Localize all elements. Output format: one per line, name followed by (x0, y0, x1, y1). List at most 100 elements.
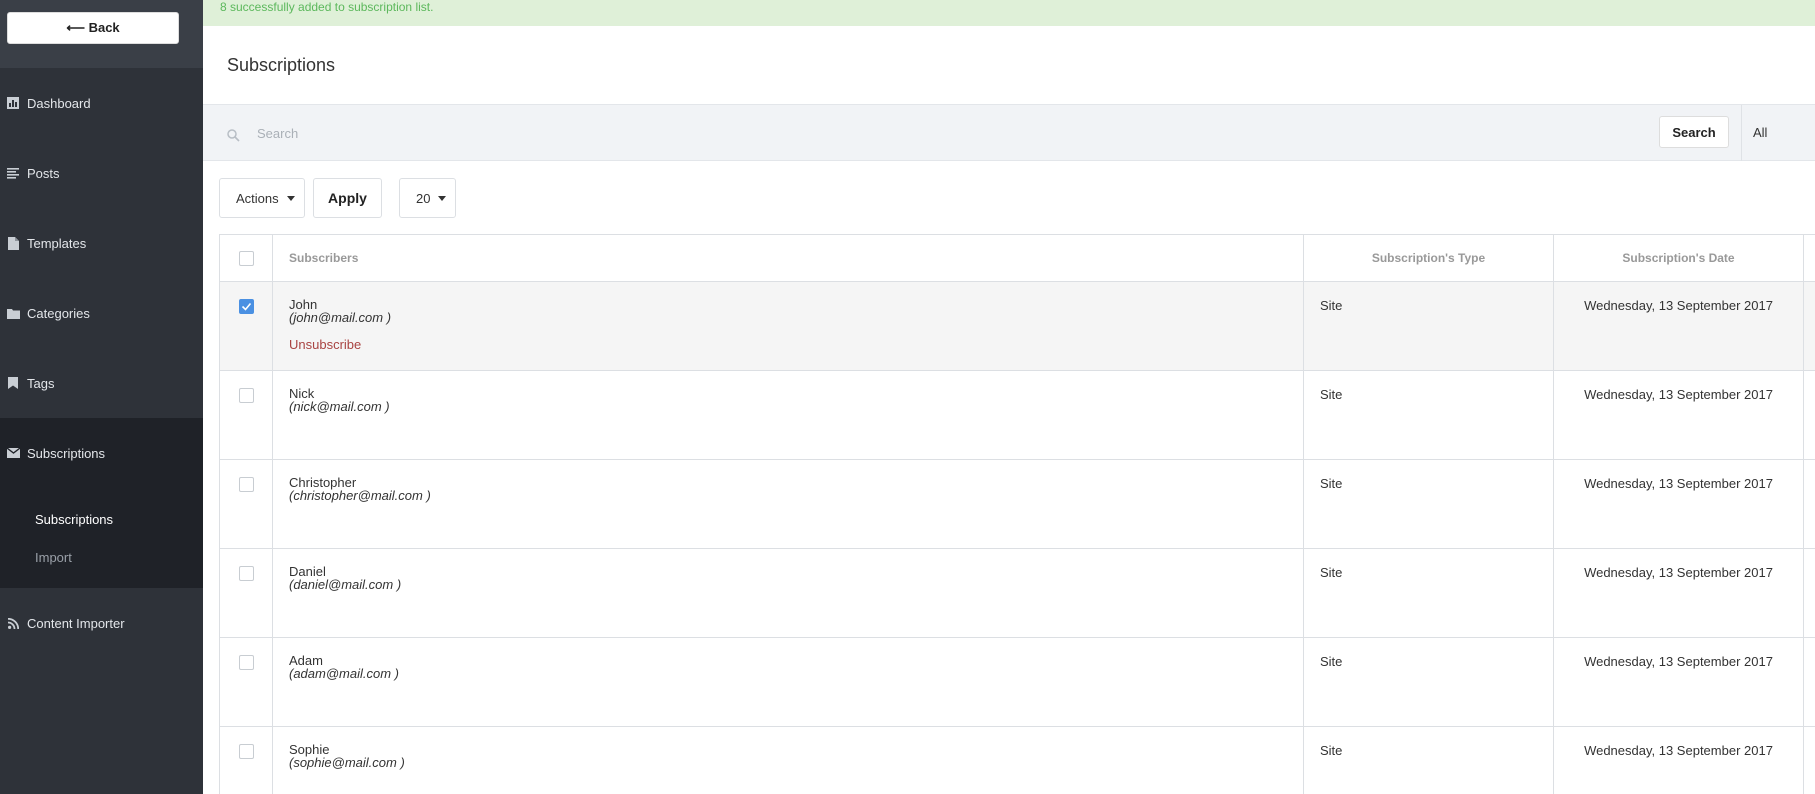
subscription-type: Site (1303, 548, 1554, 638)
subscribers-table: Subscribers Subscription's Type Subscrip… (219, 234, 1815, 794)
folder-icon (6, 306, 20, 320)
sidebar-item-dashboard[interactable]: Dashboard (0, 68, 203, 138)
column-header-date[interactable]: Subscription's Date (1553, 234, 1804, 282)
row-checkbox-cell (219, 726, 273, 794)
extra-cell (1803, 281, 1815, 371)
subscription-date: Wednesday, 13 September 2017 (1553, 548, 1804, 638)
bulk-toolbar: Actions Apply 20 (203, 161, 1815, 235)
sidebar-item-templates[interactable]: Templates (0, 208, 203, 278)
subscription-date: Wednesday, 13 September 2017 (1553, 459, 1804, 549)
apply-button[interactable]: Apply (313, 178, 382, 218)
sidebar-item-categories[interactable]: Categories (0, 278, 203, 348)
row-checkbox-cell (219, 370, 273, 460)
row-checkbox-cell (219, 548, 273, 638)
row-checkbox[interactable] (238, 388, 254, 404)
divider (1741, 105, 1742, 161)
extra-cell (1803, 637, 1815, 727)
sidebar-item-content-importer[interactable]: Content Importer (0, 588, 203, 658)
sidebar-item-label: Dashboard (27, 95, 91, 111)
sidebar: ⟵ Back Dashboard Posts Templates Categor… (0, 0, 203, 794)
table-header-row: Subscribers Subscription's Type Subscrip… (219, 234, 1815, 282)
table-row[interactable]: Christopher (christopher@mail.com ) Site… (219, 459, 1815, 549)
subscription-type: Site (1303, 637, 1554, 727)
sidebar-item-tags[interactable]: Tags (0, 348, 203, 418)
extra-cell (1803, 459, 1815, 549)
row-checkbox[interactable] (238, 744, 254, 760)
extra-cell (1803, 726, 1815, 794)
subscriber-cell: Adam (adam@mail.com ) (272, 637, 1304, 727)
per-page-dropdown[interactable]: 20 (399, 178, 456, 218)
column-header-type[interactable]: Subscription's Type (1303, 234, 1554, 282)
row-checkbox[interactable] (238, 655, 254, 671)
actions-dropdown[interactable]: Actions (219, 178, 305, 218)
page-header: Subscriptions (203, 26, 1815, 105)
subscription-date: Wednesday, 13 September 2017 (1553, 281, 1804, 371)
subscriber-email: (daniel@mail.com ) (289, 577, 402, 592)
sidebar-item-posts[interactable]: Posts (0, 138, 203, 208)
subscriber-name: Sophie (289, 742, 330, 757)
table-row[interactable]: Daniel (daniel@mail.com ) Site Wednesday… (219, 548, 1815, 638)
alert-message: 8 successfully added to subscription lis… (220, 0, 434, 14)
document-icon (6, 236, 20, 250)
sidebar-item-label: Templates (27, 235, 87, 251)
submenu-item-import[interactable]: Import (0, 538, 203, 576)
row-checkbox-cell (219, 637, 273, 727)
subscriber-email: (sophie@mail.com ) (289, 755, 405, 770)
search-input[interactable] (257, 119, 1657, 147)
subscriber-cell: Christopher (christopher@mail.com ) (272, 459, 1304, 549)
chart-icon (6, 96, 20, 110)
subscriber-name: Adam (289, 653, 323, 668)
caret-down-icon (438, 195, 447, 201)
actions-label: Actions (236, 190, 279, 206)
caret-down-icon (286, 195, 295, 201)
subscription-date: Wednesday, 13 September 2017 (1553, 726, 1804, 794)
subscription-type: Site (1303, 726, 1554, 794)
subscriber-email: (adam@mail.com ) (289, 666, 399, 681)
subscriber-email: (nick@mail.com ) (289, 399, 390, 414)
unsubscribe-link[interactable]: Unsubscribe (289, 337, 1287, 352)
subscription-type: Site (1303, 370, 1554, 460)
search-button[interactable]: Search (1659, 116, 1729, 148)
back-wrapper: ⟵ Back (0, 0, 203, 68)
filter-all-dropdown[interactable]: All (1753, 125, 1767, 140)
row-checkbox-cell (219, 459, 273, 549)
main-content: 8 successfully added to subscription lis… (203, 0, 1815, 794)
list-icon (6, 166, 20, 180)
submenu-item-subscriptions[interactable]: Subscriptions (0, 500, 203, 538)
subscriber-cell: John (john@mail.com ) Unsubscribe (272, 281, 1304, 371)
sidebar-item-subscriptions[interactable]: Subscriptions (0, 418, 203, 488)
table-row[interactable]: John (john@mail.com ) Unsubscribe Site W… (219, 281, 1815, 371)
subscriber-name: Christopher (289, 475, 357, 490)
table-row[interactable]: Nick (nick@mail.com ) Site Wednesday, 13… (219, 370, 1815, 460)
subscriber-cell: Daniel (daniel@mail.com ) (272, 548, 1304, 638)
subscriber-name: Daniel (289, 564, 326, 579)
subscriber-name: Nick (289, 386, 315, 401)
back-button[interactable]: ⟵ Back (7, 12, 179, 44)
per-page-value: 20 (416, 190, 431, 206)
table-row[interactable]: Adam (adam@mail.com ) Site Wednesday, 13… (219, 637, 1815, 727)
sidebar-item-label: Posts (27, 165, 60, 181)
select-all-checkbox[interactable] (238, 250, 254, 266)
envelope-icon (6, 446, 20, 460)
row-checkbox[interactable] (238, 566, 254, 582)
extra-cell (1803, 548, 1815, 638)
sidebar-item-label: Subscriptions (27, 445, 106, 461)
column-header-subscribers[interactable]: Subscribers (272, 234, 1304, 282)
subscription-type: Site (1303, 281, 1554, 371)
row-checkbox[interactable] (238, 299, 254, 315)
sidebar-item-label: Content Importer (27, 615, 125, 631)
subscriber-email: (christopher@mail.com ) (289, 488, 431, 503)
sidebar-item-label: Tags (27, 375, 55, 391)
check-icon (241, 303, 251, 311)
subscriber-name: John (289, 297, 318, 312)
column-header-extra (1803, 234, 1815, 282)
table-row[interactable]: Sophie (sophie@mail.com ) Site Wednesday… (219, 726, 1815, 794)
row-checkbox[interactable] (238, 477, 254, 493)
success-alert: 8 successfully added to subscription lis… (203, 0, 1815, 26)
subscription-date: Wednesday, 13 September 2017 (1553, 370, 1804, 460)
select-all-cell (219, 234, 273, 282)
subscriber-cell: Nick (nick@mail.com ) (272, 370, 1304, 460)
search-icon (227, 129, 240, 145)
extra-cell (1803, 370, 1815, 460)
subscription-date: Wednesday, 13 September 2017 (1553, 637, 1804, 727)
